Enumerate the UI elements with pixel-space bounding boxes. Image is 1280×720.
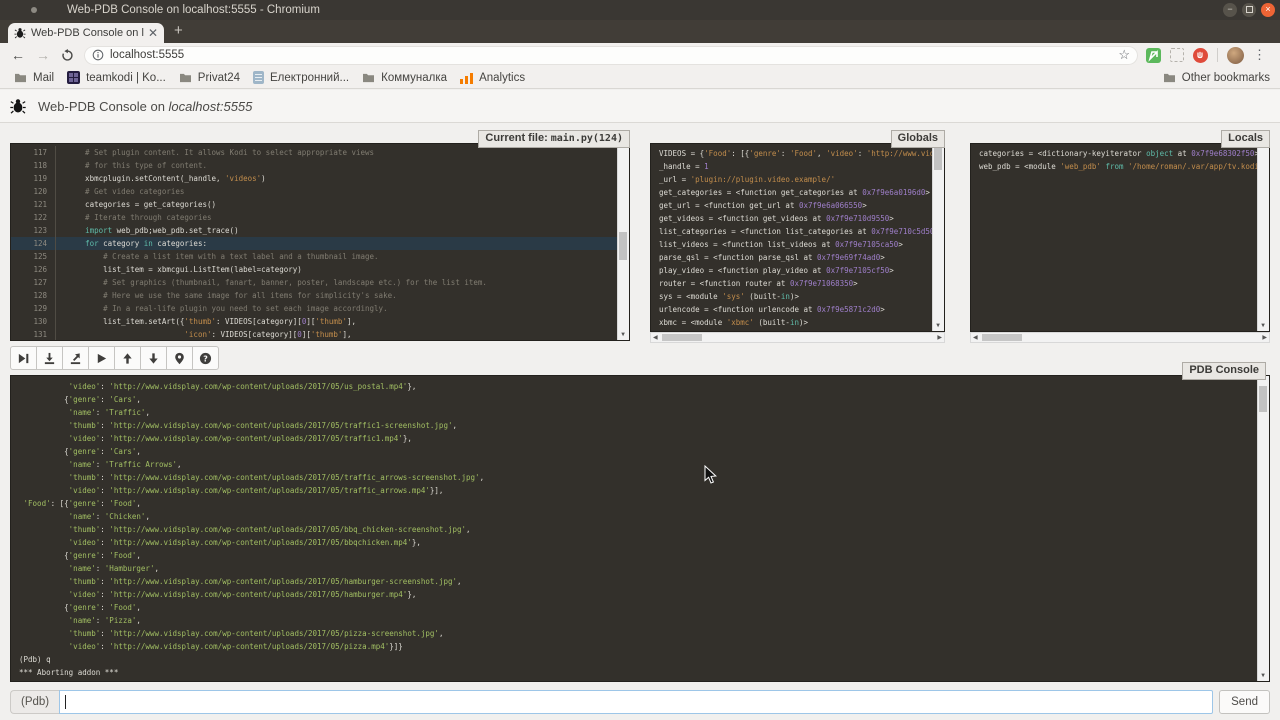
tab-title: Web-PDB Console on loca [31,27,144,39]
new-tab-button[interactable]: + [174,22,183,39]
pdb-command-input[interactable] [59,690,1213,714]
question-icon: ? [199,352,212,365]
window-title: Web-PDB Console on localhost:5555 - Chro… [67,4,320,16]
code-vertical-scrollbar[interactable]: ▼ [617,144,629,340]
step-into-icon [43,352,56,365]
locals-panel: categories = <dictionary-keyiterator obj… [970,143,1270,332]
site-info-icon[interactable] [92,49,104,61]
continue-button[interactable] [88,346,115,370]
extension-adguard-icon[interactable] [1146,48,1161,63]
close-button[interactable]: × [1261,3,1275,17]
page-header: Web-PDB Console on localhost:5555 [0,90,1280,123]
scroll-down-arrow[interactable]: ▼ [1258,672,1268,680]
browser-menu-icon[interactable]: ⋮ [1253,47,1266,63]
bug-favicon-icon [14,27,26,39]
up-button[interactable] [114,346,141,370]
bookmark-mail[interactable]: Mail [14,72,54,84]
address-bar[interactable]: localhost:5555 ☆ [84,46,1138,65]
scrollbar-thumb[interactable] [982,334,1022,341]
document-favicon-icon [253,71,264,84]
scroll-right-arrow[interactable]: ▶ [1262,334,1267,342]
scroll-left-arrow[interactable]: ◀ [653,334,658,342]
back-icon[interactable]: ← [11,48,25,62]
minimize-button[interactable]: − [1223,3,1237,17]
window-titlebar: Web-PDB Console on localhost:5555 - Chro… [0,0,1280,20]
svg-text:?: ? [203,354,208,363]
code-lines: 117 # Set plugin content. It allows Kodi… [11,144,618,341]
browser-tab[interactable]: Web-PDB Console on loca ✕ [8,23,164,43]
scroll-right-arrow[interactable]: ▶ [937,334,942,342]
page-title: Web-PDB Console on localhost:5555 [38,99,252,114]
bookmark-analytics[interactable]: Analytics [460,72,525,84]
current-file-label: Current file:main.py(124) [478,130,630,148]
next-button[interactable] [10,346,37,370]
toolbar-divider [1217,48,1218,62]
return-button[interactable] [62,346,89,370]
pdb-console-label: PDB Console [1182,362,1266,380]
scrollbar-thumb[interactable] [619,232,627,260]
console-vertical-scrollbar[interactable]: ▼ [1257,376,1269,681]
scrollbar-thumb[interactable] [662,334,702,341]
bookmarks-bar: Mail teamkodi | Ko... Privat24 Електронн… [0,67,1280,89]
step-forward-icon [17,352,30,365]
step-button[interactable] [36,346,63,370]
arrow-down-icon [147,352,160,365]
globals-horizontal-scrollbar[interactable]: ◀ ▶ [650,332,945,343]
scroll-down-arrow[interactable]: ▼ [933,322,943,330]
folder-icon [1163,72,1176,83]
locals-lines: categories = <dictionary-keyiterator obj… [971,144,1269,173]
bookmark-teamkodi[interactable]: teamkodi | Ko... [67,71,166,84]
browser-toolbar: ← → localhost:5555 ☆ ⋮ [0,43,1280,67]
help-button[interactable]: ? [192,346,219,370]
code-panel: 117 # Set plugin content. It allows Kodi… [10,143,630,341]
bookmark-privat24[interactable]: Privat24 [179,72,240,84]
send-button[interactable]: Send [1219,690,1270,714]
text-caret [65,695,66,709]
scroll-left-arrow[interactable]: ◀ [973,334,978,342]
folder-icon [14,72,27,83]
arrow-up-icon [121,352,134,365]
reload-icon[interactable] [61,49,74,62]
extension-adblock-icon[interactable] [1193,48,1208,63]
down-button[interactable] [140,346,167,370]
tab-strip: Web-PDB Console on loca ✕ + [0,20,1280,43]
where-button[interactable] [166,346,193,370]
locals-label: Locals [1221,130,1270,148]
webpdb-bug-icon [10,98,26,114]
scrollbar-thumb[interactable] [934,146,942,170]
extension-placeholder-icon[interactable] [1170,48,1184,62]
globals-vertical-scrollbar[interactable]: ▼ [932,144,944,331]
address-text: localhost:5555 [110,49,1118,61]
maximize-button[interactable] [1242,3,1256,17]
globals-panel: VIDEOS = {'Food': [{'genre': 'Food', 'vi… [650,143,945,332]
bookmark-kommunalka[interactable]: Коммуналка [362,72,447,84]
tab-close-icon[interactable]: ✕ [148,27,158,39]
folder-icon [179,72,192,83]
pdb-console: 'video': 'http://www.vidsplay.com/wp-con… [10,375,1270,682]
forward-icon[interactable]: → [36,48,50,62]
scroll-down-arrow[interactable]: ▼ [1258,322,1268,330]
window-icon [31,7,37,13]
globals-lines: VIDEOS = {'Food': [{'genre': 'Food', 'vi… [651,144,944,329]
pdb-prompt-label: (Pdb) [10,690,59,714]
play-icon [95,352,108,365]
scrollbar-thumb[interactable] [1259,386,1267,412]
pdb-prompt-row: (Pdb) Send [10,690,1270,714]
bookmark-star-icon[interactable]: ☆ [1118,47,1130,63]
locals-vertical-scrollbar[interactable]: ▼ [1257,144,1269,331]
console-output: 'video': 'http://www.vidsplay.com/wp-con… [11,376,1269,679]
folder-icon [362,72,375,83]
profile-avatar[interactable] [1227,47,1244,64]
scroll-down-arrow[interactable]: ▼ [618,331,628,339]
globals-label: Globals [891,130,945,148]
analytics-favicon-icon [460,72,473,84]
other-bookmarks[interactable]: Other bookmarks [1163,72,1270,84]
locals-horizontal-scrollbar[interactable]: ◀ ▶ [970,332,1270,343]
bookmark-electronic[interactable]: Електронний... [253,71,349,84]
kodi-favicon-icon [67,71,80,84]
map-marker-icon [173,352,186,365]
step-out-icon [69,352,82,365]
mouse-cursor [704,465,718,485]
debug-toolbar: ? [10,346,219,370]
